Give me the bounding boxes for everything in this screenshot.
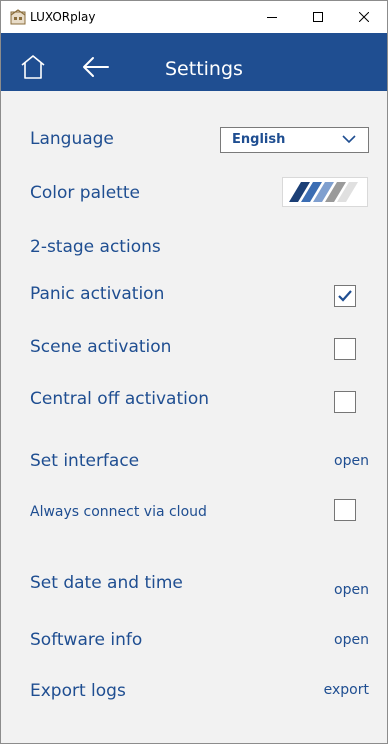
language-selected-value: English xyxy=(232,132,286,147)
maximize-button[interactable] xyxy=(295,1,341,33)
minimize-button[interactable] xyxy=(249,1,295,33)
scene-activation-label: Scene activation xyxy=(30,337,172,357)
home-icon[interactable] xyxy=(20,54,46,80)
panic-activation-checkbox[interactable] xyxy=(334,285,356,307)
cloud-connect-checkbox[interactable] xyxy=(334,499,356,521)
color-palette-label: Color palette xyxy=(30,183,140,203)
page-title: Settings xyxy=(165,58,243,80)
checkmark-icon xyxy=(338,290,352,302)
language-label: Language xyxy=(30,129,114,149)
date-time-label: Set date and time xyxy=(30,573,183,593)
window-title: LUXORplay xyxy=(30,10,96,24)
app-window: LUXORplay Settings Language English Colo… xyxy=(0,0,388,744)
back-arrow-icon[interactable] xyxy=(81,55,109,79)
close-button[interactable] xyxy=(341,1,387,33)
central-off-activation-label: Central off activation xyxy=(30,389,210,409)
color-palette-picker[interactable] xyxy=(282,177,368,207)
language-dropdown[interactable]: English xyxy=(220,127,369,153)
date-time-open-link[interactable]: open xyxy=(334,580,369,600)
close-icon xyxy=(359,12,369,22)
cloud-connect-label: Always connect via cloud xyxy=(30,504,207,520)
export-logs-label: Export logs xyxy=(30,681,126,701)
set-interface-open-link[interactable]: open xyxy=(334,451,369,471)
central-off-activation-checkbox[interactable] xyxy=(334,391,356,413)
two-stage-actions-heading: 2-stage actions xyxy=(30,237,161,257)
color-palette-icon xyxy=(289,182,358,202)
app-icon xyxy=(10,9,26,25)
panic-activation-label: Panic activation xyxy=(30,284,165,304)
maximize-icon xyxy=(313,12,323,22)
software-info-open-link[interactable]: open xyxy=(334,630,369,650)
chevron-down-icon xyxy=(342,135,356,144)
scene-activation-checkbox[interactable] xyxy=(334,338,356,360)
minimize-icon xyxy=(267,17,277,18)
export-logs-link[interactable]: export xyxy=(324,680,369,700)
title-bar[interactable]: LUXORplay xyxy=(1,1,387,33)
app-header: Settings xyxy=(1,33,387,91)
software-info-label: Software info xyxy=(30,630,143,650)
set-interface-label: Set interface xyxy=(30,451,140,471)
